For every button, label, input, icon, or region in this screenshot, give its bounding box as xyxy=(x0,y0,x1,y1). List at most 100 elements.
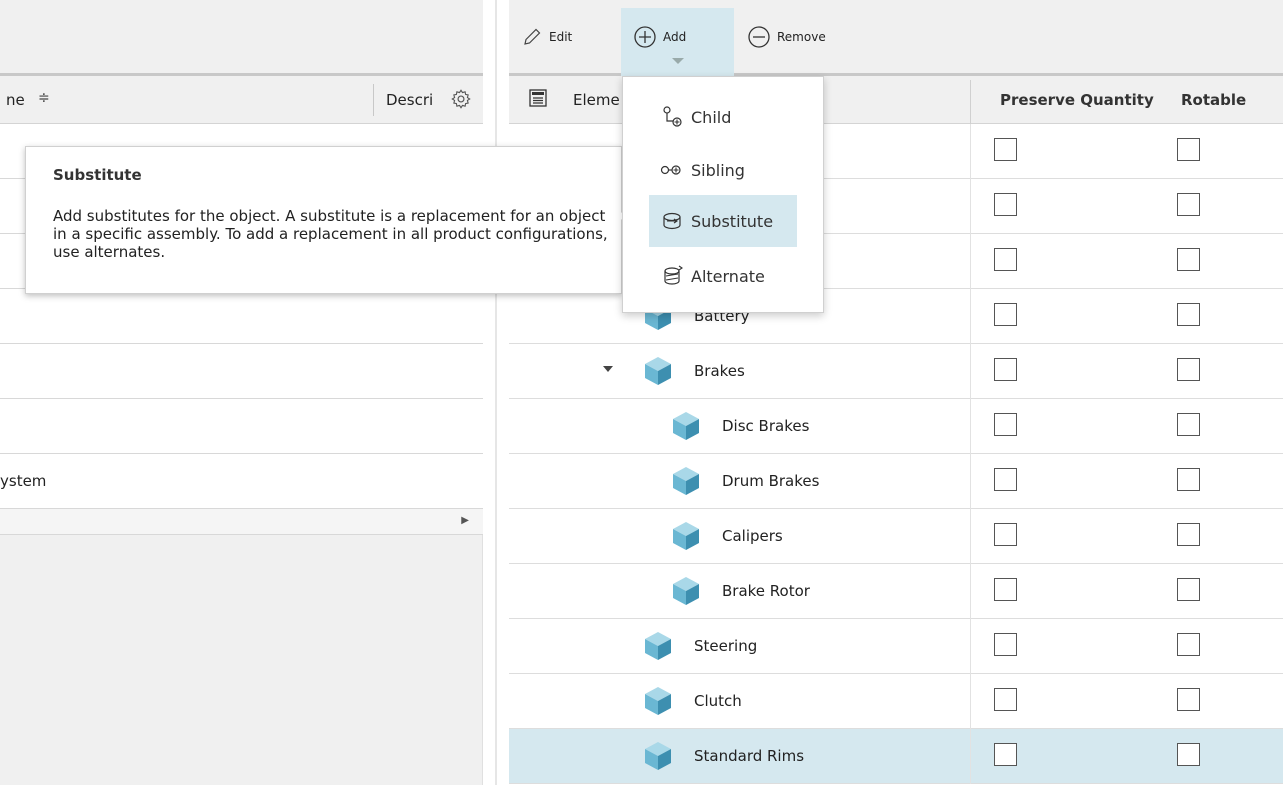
preserve-quantity-column-header[interactable]: Preserve Quantity xyxy=(1000,91,1154,109)
edit-button[interactable]: Edit xyxy=(521,22,572,52)
add-button[interactable]: Add xyxy=(633,22,686,52)
preserve-quantity-checkbox[interactable] xyxy=(994,633,1017,656)
expand-caret-icon[interactable] xyxy=(603,366,613,372)
preserve-quantity-checkbox[interactable] xyxy=(994,468,1017,491)
menu-item-child[interactable]: Child xyxy=(659,91,807,143)
remove-label: Remove xyxy=(777,30,826,44)
rotable-checkbox[interactable] xyxy=(1177,743,1200,766)
alternate-icon xyxy=(664,265,683,285)
cell-separator xyxy=(970,729,971,784)
add-label: Add xyxy=(663,30,687,44)
part-cube-icon xyxy=(669,409,703,443)
column-separator[interactable] xyxy=(970,80,971,124)
plus-circle-icon xyxy=(634,26,656,48)
tree-row[interactable]: Brake Rotor xyxy=(509,564,1283,619)
rotable-column-header[interactable]: Rotable xyxy=(1181,91,1246,109)
substitute-tooltip: Substitute Add substitutes for the objec… xyxy=(25,146,638,294)
tree-row[interactable]: Brakes xyxy=(509,344,1283,399)
part-cube-icon xyxy=(669,574,703,608)
tree-row[interactable]: Steering xyxy=(509,619,1283,674)
cell-separator xyxy=(970,234,971,289)
sibling-icon xyxy=(660,165,681,175)
preserve-quantity-checkbox[interactable] xyxy=(994,413,1017,436)
preserve-quantity-checkbox[interactable] xyxy=(994,138,1017,161)
rotable-checkbox[interactable] xyxy=(1177,413,1200,436)
minus-circle-icon xyxy=(748,26,770,48)
preserve-quantity-checkbox[interactable] xyxy=(994,523,1017,546)
rotable-checkbox[interactable] xyxy=(1177,303,1200,326)
gear-icon[interactable] xyxy=(450,88,472,110)
part-cube-icon xyxy=(669,519,703,553)
column-separator[interactable] xyxy=(373,84,374,116)
left-table-row[interactable] xyxy=(0,289,483,344)
tree-node-label: Steering xyxy=(694,637,758,655)
cell-separator xyxy=(970,344,971,399)
rotable-checkbox[interactable] xyxy=(1177,248,1200,271)
tree-row[interactable]: Clutch xyxy=(509,674,1283,729)
rotable-checkbox[interactable] xyxy=(1177,578,1200,601)
part-cube-icon xyxy=(641,629,675,663)
substitute-icon xyxy=(663,212,681,230)
preserve-quantity-checkbox[interactable] xyxy=(994,248,1017,271)
rotable-checkbox[interactable] xyxy=(1177,633,1200,656)
add-dropdown-caret-icon xyxy=(672,58,684,64)
preserve-quantity-checkbox[interactable] xyxy=(994,358,1017,381)
app-window: ne ≑ Descri ystem ▶ Edit Add Remove Elem… xyxy=(0,0,1283,785)
preserve-quantity-checkbox[interactable] xyxy=(994,578,1017,601)
tree-node-label: Brake Rotor xyxy=(722,582,810,600)
rotable-checkbox[interactable] xyxy=(1177,688,1200,711)
menu-item-label: Child xyxy=(691,107,732,127)
tree-row[interactable]: Calipers xyxy=(509,509,1283,564)
remove-button[interactable]: Remove xyxy=(747,22,826,52)
rotable-checkbox[interactable] xyxy=(1177,193,1200,216)
menu-item-alternate[interactable]: Alternate xyxy=(659,250,807,302)
left-table-row[interactable]: ystem xyxy=(0,454,483,509)
name-column-header[interactable]: ne xyxy=(6,91,25,109)
rotable-checkbox[interactable] xyxy=(1177,523,1200,546)
preserve-quantity-checkbox[interactable] xyxy=(994,193,1017,216)
tooltip-title: Substitute xyxy=(53,166,142,184)
cell-separator xyxy=(970,674,971,729)
tree-row[interactable]: Drum Brakes xyxy=(509,454,1283,509)
left-table-row[interactable] xyxy=(0,344,483,399)
tree-row[interactable]: Standard Rims xyxy=(509,729,1283,784)
description-column-header[interactable]: Descri xyxy=(386,91,433,109)
tree-node-label: Drum Brakes xyxy=(722,472,820,490)
cell-separator xyxy=(970,564,971,619)
tooltip-body: Add substitutes for the object. A substi… xyxy=(53,207,608,261)
menu-item-sibling[interactable]: Sibling xyxy=(659,144,807,196)
cell-separator xyxy=(970,124,971,179)
column-chooser-icon[interactable] xyxy=(527,87,549,109)
left-table-row[interactable] xyxy=(0,399,483,454)
sort-icon[interactable]: ≑ xyxy=(38,90,50,106)
edit-label: Edit xyxy=(549,30,573,44)
rotable-checkbox[interactable] xyxy=(1177,468,1200,491)
tree-node-label: Disc Brakes xyxy=(722,417,810,435)
rotable-checkbox[interactable] xyxy=(1177,138,1200,161)
part-cube-icon xyxy=(641,684,675,718)
child-icon xyxy=(663,106,682,127)
pencil-icon xyxy=(524,28,541,45)
left-grid-header: ne ≑ Descri xyxy=(0,76,483,124)
menu-item-substitute[interactable]: Substitute xyxy=(649,195,797,247)
cell-separator xyxy=(970,399,971,454)
element-column-header[interactable]: Eleme xyxy=(573,91,620,109)
preserve-quantity-checkbox[interactable] xyxy=(994,688,1017,711)
preserve-quantity-checkbox[interactable] xyxy=(994,743,1017,766)
right-toolbar: Edit Add Remove xyxy=(509,0,1283,76)
preserve-quantity-checkbox[interactable] xyxy=(994,303,1017,326)
part-cube-icon xyxy=(641,739,675,773)
cell-separator xyxy=(970,289,971,344)
part-cube-icon xyxy=(641,354,675,388)
cell-separator xyxy=(970,619,971,674)
tree-node-label: Standard Rims xyxy=(694,747,805,765)
horizontal-scrollbar[interactable]: ▶ xyxy=(0,509,483,535)
left-panel: ne ≑ Descri ystem ▶ xyxy=(0,0,483,785)
tree-row[interactable]: Disc Brakes xyxy=(509,399,1283,454)
rotable-checkbox[interactable] xyxy=(1177,358,1200,381)
part-cube-icon xyxy=(669,464,703,498)
scroll-right-icon[interactable]: ▶ xyxy=(461,515,469,526)
menu-item-label: Substitute xyxy=(691,211,774,231)
panel-splitter[interactable] xyxy=(495,0,497,785)
tree-node-label: Calipers xyxy=(722,527,783,545)
